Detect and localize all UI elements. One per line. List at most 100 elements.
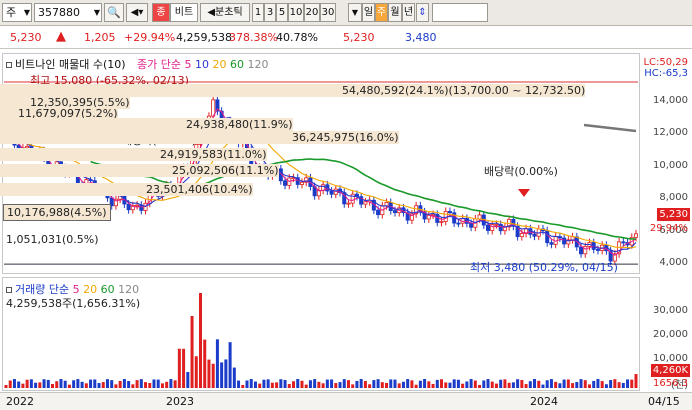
stock-code-input[interactable]: 357880 ▼ bbox=[34, 3, 102, 22]
volume-bar bbox=[198, 293, 202, 388]
volume-bar bbox=[359, 379, 363, 388]
volume-bar bbox=[406, 379, 410, 388]
volume-bar bbox=[292, 381, 296, 388]
volume-bar bbox=[630, 379, 634, 388]
tab-prefix[interactable]: 종 bbox=[152, 3, 170, 22]
volume-bar bbox=[592, 380, 596, 388]
volume-bar bbox=[275, 382, 279, 388]
market-select[interactable]: 주 ▼ bbox=[2, 3, 32, 22]
volume-bar bbox=[17, 381, 21, 388]
interval-1-button[interactable]: 1 bbox=[252, 3, 264, 22]
scroll-button[interactable]: ⇕ bbox=[416, 3, 429, 22]
volume-bar bbox=[42, 379, 46, 388]
volume-current: 4,259,538주(1,656.31%) bbox=[6, 297, 141, 310]
x-axis: 2022 2023 2024 04/15 bbox=[0, 392, 692, 410]
volume-bar bbox=[220, 362, 224, 388]
volume-bar bbox=[80, 381, 84, 388]
volume-bar bbox=[283, 379, 287, 388]
ma-10-label: 10 bbox=[195, 58, 210, 71]
mode-label: 분초틱 bbox=[215, 7, 243, 18]
tab-year[interactable]: 년 bbox=[402, 3, 415, 22]
tab-week[interactable]: 주 bbox=[375, 3, 388, 22]
volume-bar bbox=[499, 379, 503, 388]
vp-label-4: 24,919,583(11.0%) bbox=[0, 148, 267, 161]
volume-bar bbox=[435, 379, 439, 388]
sound-button[interactable]: ◀▾ bbox=[126, 3, 148, 22]
candle-body bbox=[519, 233, 524, 238]
volume-bar bbox=[617, 382, 621, 388]
y-tick: 14,000 bbox=[653, 95, 688, 106]
interval-3-button[interactable]: 3 bbox=[264, 3, 276, 22]
interval-20-button[interactable]: 20 bbox=[304, 3, 320, 22]
price-legend: 비트나인 매물대 수(10) 종가 단순 5 10 20 60 120 bbox=[6, 56, 269, 72]
tab-prefix-label: 종 bbox=[156, 7, 166, 18]
volume-bar bbox=[600, 381, 604, 388]
volume-bar bbox=[566, 379, 570, 388]
ma-label: 종가 단순 bbox=[137, 58, 182, 71]
volume-bar bbox=[494, 383, 498, 388]
ma-60-label: 60 bbox=[230, 58, 245, 71]
dividend-marker bbox=[518, 189, 530, 197]
candle-body bbox=[477, 214, 482, 220]
volume-bar bbox=[224, 359, 228, 388]
interval-5-button[interactable]: 5 bbox=[276, 3, 288, 22]
volume-bar bbox=[34, 382, 38, 388]
volume-bar bbox=[72, 380, 76, 388]
volume-bar bbox=[355, 380, 359, 388]
volume-bar bbox=[545, 380, 549, 388]
turnover-value: 40.78% bbox=[276, 31, 318, 44]
volume-bar bbox=[440, 379, 444, 388]
volume-bar bbox=[215, 339, 219, 388]
ma-120-line bbox=[583, 123, 637, 133]
volume-bar bbox=[583, 380, 587, 388]
volume-bar bbox=[393, 379, 397, 388]
interval-dropdown[interactable]: ▼ bbox=[348, 3, 362, 22]
volume-bar bbox=[621, 382, 625, 388]
candle-body bbox=[363, 201, 368, 205]
volume-bar bbox=[507, 382, 511, 388]
mode-button[interactable]: ◀분초틱 bbox=[200, 3, 250, 22]
y-tick: 4,000 bbox=[659, 257, 688, 268]
y-tick: 20,000 bbox=[653, 329, 688, 340]
volume-bar bbox=[228, 342, 232, 388]
volume-bar bbox=[169, 379, 173, 388]
volume-bar bbox=[258, 383, 262, 388]
volume-bar bbox=[380, 382, 384, 388]
volume-bar bbox=[139, 379, 143, 388]
volume-bar bbox=[63, 380, 67, 388]
triangle-left-icon: ◀ bbox=[207, 7, 216, 18]
volume-bar bbox=[186, 372, 190, 388]
volume-bar bbox=[114, 384, 118, 388]
volume-bar bbox=[325, 379, 329, 388]
volume-bar bbox=[338, 382, 342, 388]
candle-body bbox=[135, 204, 140, 207]
volume-bar bbox=[304, 384, 308, 388]
tab-stock-name[interactable]: 비트 bbox=[170, 3, 198, 22]
interval-30-button[interactable]: 30 bbox=[320, 3, 336, 22]
volume-bar bbox=[84, 383, 88, 388]
tab-day-label: 일 bbox=[363, 7, 374, 18]
volume-bar bbox=[351, 384, 355, 388]
volume-bar bbox=[101, 382, 105, 388]
volume-bar bbox=[554, 381, 558, 388]
volume-bar bbox=[490, 381, 494, 388]
volume-bar bbox=[131, 384, 135, 388]
volume-bar bbox=[465, 381, 469, 388]
volume-bar bbox=[25, 379, 29, 388]
volume-bar bbox=[118, 380, 122, 388]
volume-bar bbox=[51, 384, 55, 388]
tab-month[interactable]: 월 bbox=[388, 3, 402, 22]
search-button[interactable]: 🔍 bbox=[104, 3, 124, 22]
tab-day[interactable]: 일 bbox=[362, 3, 375, 22]
volume-bar bbox=[528, 381, 532, 388]
volume-bar bbox=[473, 380, 477, 388]
volume-bar bbox=[634, 374, 638, 388]
volume-legend-square bbox=[6, 287, 12, 293]
volume-bar bbox=[342, 379, 346, 388]
volume-bar bbox=[317, 381, 321, 388]
market-select-label: 주 bbox=[6, 6, 17, 19]
volume-bar bbox=[414, 384, 418, 388]
interval-10-button[interactable]: 10 bbox=[288, 3, 304, 22]
candle-body bbox=[621, 241, 626, 244]
count-input[interactable] bbox=[432, 3, 488, 22]
